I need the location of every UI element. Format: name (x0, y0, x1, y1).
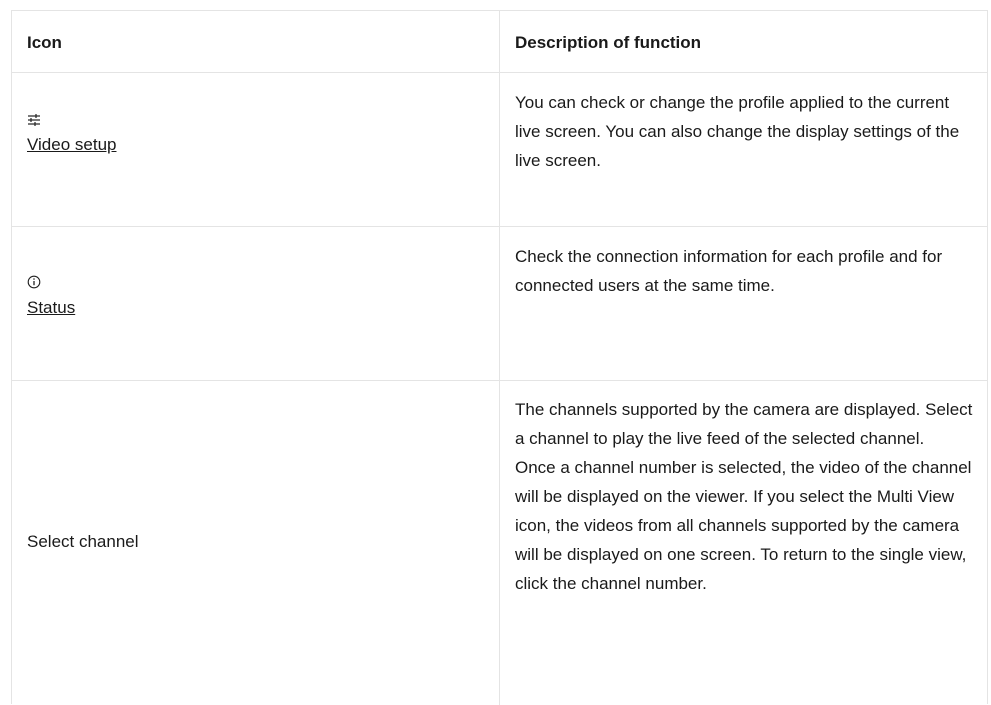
table-header-row: Icon Description of function (12, 11, 987, 73)
table-row: Select channel The channels supported by… (12, 381, 987, 705)
description-cell: The channels supported by the camera are… (500, 381, 987, 705)
table-row: Status Check the connection information … (12, 227, 987, 381)
info-circle-icon (27, 275, 41, 289)
status-link[interactable]: Status (27, 298, 75, 318)
description-paragraph: Once a channel number is selected, the v… (515, 458, 972, 593)
header-icon: Icon (12, 11, 500, 72)
description-text: You can check or change the profile appl… (515, 93, 960, 170)
description-text: Check the connection information for eac… (515, 247, 943, 295)
icon-cell: Video setup (12, 73, 500, 226)
sliders-icon (28, 114, 40, 126)
description-cell: You can check or change the profile appl… (500, 73, 987, 226)
description-paragraph: The channels supported by the camera are… (515, 400, 973, 448)
header-description: Description of function (515, 33, 702, 52)
icon-cell: Select channel (12, 381, 500, 705)
description-text: The channels supported by the camera are… (515, 395, 973, 598)
select-channel-label: Select channel (27, 532, 139, 551)
table-row: Video setup You can check or change the … (12, 73, 987, 227)
description-cell: Check the connection information for eac… (500, 227, 987, 380)
function-table: Icon Description of function Video setup… (11, 10, 988, 705)
icon-cell: Status (12, 227, 500, 380)
video-setup-link[interactable]: Video setup (27, 135, 116, 155)
